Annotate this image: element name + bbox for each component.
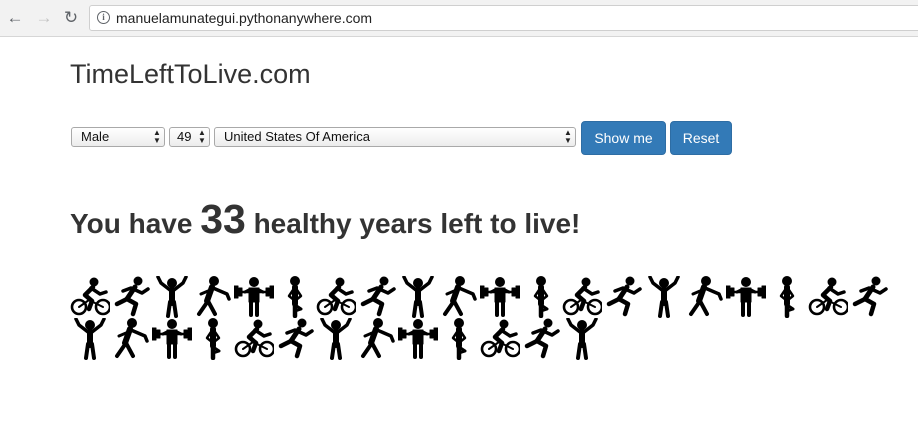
runner-icon [852,276,888,317]
back-arrow-icon[interactable]: ← [6,9,24,27]
activity-icons-row-2 [70,318,890,360]
stretch-icon [443,276,477,316]
stretch-icon [197,276,231,316]
select-arrows-icon: ▲ ▼ [198,128,206,145]
cheer-icon [402,276,434,318]
result-suffix: healthy years left to live! [253,208,581,239]
cyclist-icon [70,277,110,316]
runner-icon [278,318,314,359]
select-arrows-icon: ▲ ▼ [564,128,572,145]
runner-icon [606,276,642,317]
yoga-icon [205,318,221,360]
country-select[interactable]: United States Of America ▲ ▼ [214,127,576,147]
info-icon[interactable]: i [97,11,110,24]
age-select[interactable]: 49 ▲ ▼ [169,127,210,147]
url-text[interactable]: manuelamunategui.pythonanywhere.com [116,10,372,26]
cyclist-icon [480,319,520,358]
runner-icon [114,276,150,317]
weightlifter-icon [726,277,766,317]
cheer-icon [648,276,680,318]
yoga-icon [287,276,303,318]
yoga-icon [779,276,795,318]
result-headline: You have 33 healthy years left to live! [70,196,580,243]
runner-icon [524,318,560,359]
result-prefix: You have [70,208,193,239]
weightlifter-icon [152,319,192,359]
cheer-icon [566,318,598,360]
cheer-icon [156,276,188,318]
cyclist-icon [562,277,602,316]
stretch-icon [115,318,149,358]
cyclist-icon [316,277,356,316]
activity-icons-row-1 [70,276,890,318]
cheer-icon [320,318,352,360]
age-value: 49 [177,129,192,144]
country-value: United States Of America [224,129,370,144]
stretch-icon [689,276,723,316]
weightlifter-icon [480,277,520,317]
years-left-count: 33 [200,196,246,242]
address-bar[interactable]: i manuelamunategui.pythonanywhere.com [89,5,918,31]
sex-value: Male [81,129,110,144]
runner-icon [360,276,396,317]
cyclist-icon [234,319,274,358]
weightlifter-icon [234,277,274,317]
sex-select[interactable]: Male ▲ ▼ [71,127,165,147]
browser-toolbar: ← → ↻ i manuelamunategui.pythonanywhere.… [0,0,918,37]
yoga-icon [533,276,549,318]
site-title: TimeLeftToLive.com [70,59,311,89]
weightlifter-icon [398,319,438,359]
cheer-icon [74,318,106,360]
show-me-button[interactable]: Show me [581,121,666,155]
activity-icons [70,276,890,360]
select-arrows-icon: ▲ ▼ [153,128,161,145]
cyclist-icon [808,277,848,316]
forward-arrow-icon[interactable]: → [35,9,53,27]
stretch-icon [361,318,395,358]
yoga-icon [451,318,467,360]
reset-button[interactable]: Reset [670,121,732,155]
reload-icon[interactable]: ↻ [62,9,80,27]
